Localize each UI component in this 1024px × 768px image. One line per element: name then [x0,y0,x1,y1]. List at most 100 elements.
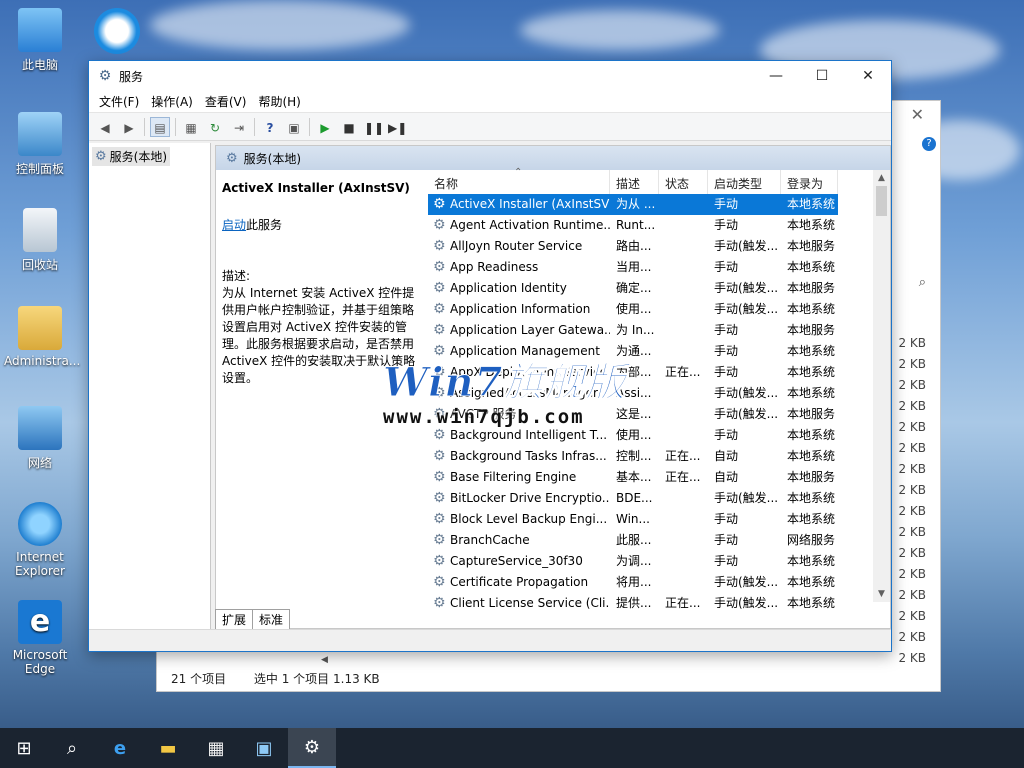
scrollbar-thumb[interactable] [876,186,887,216]
table-row[interactable]: ⚙ AVCTP 服务 这是... 手动(触发... 本地服务 [428,404,838,425]
table-row[interactable]: ⚙ Application Identity 确定... 手动(触发... 本地服务 [428,278,838,299]
minimize-button[interactable]: — [753,61,799,91]
service-logon-cell: 本地服务 [787,407,836,421]
scroll-up-icon[interactable]: ▲ [873,173,890,183]
service-logon-cell: 本地系统 [787,596,836,610]
desktop-icon-administrator[interactable]: Administra... [4,306,80,368]
restart-icon[interactable]: ▶❚ [387,117,407,137]
column-header-startup-type[interactable]: 启动类型 [708,170,781,194]
table-row[interactable]: ⚙ Client License Service (Cli... 提供... 正在..… [428,593,838,614]
pause-icon[interactable]: ❚❚ [363,117,384,137]
edge-taskbar-icon[interactable]: e [96,728,144,768]
table-row[interactable]: ⚙ AssignedAccessManager... Assi... 手动(触发...… [428,383,838,404]
desktop-icon-recycle-bin[interactable]: 回收站 [4,208,76,273]
title-bar[interactable]: ⚙ 服务 — ☐ ✕ [89,61,891,91]
search-icon[interactable]: ⌕ [48,728,96,768]
service-startup-cell: 手动 [714,323,739,337]
close-icon[interactable]: ✕ [911,105,924,124]
tab-standard[interactable]: 标准 [252,609,291,629]
start-service-link[interactable]: 启动 [222,218,246,232]
desktop-icon-control-panel[interactable]: 控制面板 [4,112,76,177]
start-button[interactable]: ⊞ [0,728,48,768]
help-icon[interactable]: ? [260,117,280,137]
service-name-cell: Application Layer Gatewa... [450,323,610,337]
service-startup-cell: 手动(触发... [714,407,779,421]
file-size-cell: 2 KB [898,420,926,434]
stop-icon[interactable]: ■ [339,117,359,137]
table-row[interactable]: ⚙ App Readiness 当用... 手动 本地系统 [428,257,838,278]
table-row[interactable]: ⚙ ActiveX Installer (AxInstSV) 为从 ... 手动 本地系… [428,194,838,215]
start-service-line: 启动此服务 [222,217,422,234]
table-row[interactable]: ⚙ AppX Deployment Service... 为部... 正在... 手动 本… [428,362,838,383]
service-name-cell: AppX Deployment Service... [450,365,610,379]
file-explorer-icon[interactable]: ▬ [144,728,192,768]
desktop-icon-network[interactable]: 网络 [4,406,76,471]
table-row[interactable]: ⚙ Base Filtering Engine 基本... 正在... 自动 本地服务 [428,467,838,488]
table-row[interactable]: ⚙ Block Level Backup Engi... Win... 手动 本地系统 [428,509,838,530]
table-row[interactable]: ⚙ Application Information 使用... 手动(触发... 本地系… [428,299,838,320]
control-panel-taskbar-icon[interactable]: ▣ [240,728,288,768]
tab-extended[interactable]: 扩展 [215,609,254,629]
window-title: 服务 [119,69,144,84]
left-arrow-icon[interactable]: ◀ [321,655,328,665]
file-size-cell: 2 KB [898,483,926,497]
table-row[interactable]: ⚙ Application Management 为通... 手动 本地系统 [428,341,838,362]
desktop-icon-edge[interactable]: e Microsoft Edge [4,600,76,676]
content-header: ⚙ 服务(本地) [216,146,890,170]
table-row[interactable]: ⚙ Agent Activation Runtime... Runt... 手动 本地系… [428,215,838,236]
service-desc-cell: 为通... [616,344,652,358]
service-startup-cell: 自动 [714,449,739,463]
console-icon[interactable]: ▣ [284,117,304,137]
service-name-cell: CaptureService_30f30 [450,554,583,568]
store-icon[interactable]: ▦ [192,728,240,768]
help-icon[interactable]: ? [922,137,936,151]
service-desc-cell: 为部... [616,365,652,379]
services-taskbar-icon[interactable]: ⚙ [288,728,336,768]
refresh-icon[interactable]: ↻ [205,117,225,137]
service-desc-cell: 当用... [616,260,652,274]
desktop-icon-this-pc[interactable]: 此电脑 [4,8,76,73]
menu-view[interactable]: 查看(V) [199,93,253,110]
vertical-scrollbar[interactable]: ▲ ▼ [873,170,890,602]
services-list[interactable]: 名称 ⌃ 描述 状态 启动类型 登录为 ▲ ▼ ⚙ ActiveX Install… [428,167,890,611]
table-row[interactable]: ⚙ Background Intelligent T... 使用... 手动 本地系统 [428,425,838,446]
table-row[interactable]: ⚙ Certificate Propagation 将用... 手动(触发... 本地系… [428,572,838,593]
desktop-icon-label: 控制面板 [15,162,64,176]
tree-node-services-local[interactable]: ⚙ 服务(本地) [92,147,171,166]
table-row[interactable]: ⚙ Background Tasks Infras... 控制... 正在... 自动 本… [428,446,838,467]
menu-action[interactable]: 操作(A) [145,93,199,110]
service-name-cell: AVCTP 服务 [450,407,517,421]
desktop-icon-ie[interactable]: Internet Explorer [4,502,76,578]
scroll-down-icon[interactable]: ▼ [873,589,890,599]
column-header-description[interactable]: 描述 [610,170,659,194]
start-icon[interactable]: ▶ [315,117,335,137]
menu-file[interactable]: 文件(F) [93,93,145,110]
service-logon-cell: 网络服务 [787,533,836,547]
window-status-bar [89,629,891,651]
search-icon[interactable]: ⌕ [919,275,926,290]
maximize-button[interactable]: ☐ [799,61,845,91]
close-button[interactable]: ✕ [845,61,891,91]
table-row[interactable]: ⚙ AllJoyn Router Service 路由... 手动(触发... 本地服务 [428,236,838,257]
desktop-icon-label: Administra... [4,354,81,368]
services-window[interactable]: ⚙ 服务 — ☐ ✕ 文件(F) 操作(A) 查看(V) 帮助(H) ◀ ▶ ▤… [88,60,892,652]
file-size-cell: 2 KB [898,336,926,350]
table-row[interactable]: ⚙ CaptureService_30f30 为调... 手动 本地系统 [428,551,838,572]
export-icon[interactable]: ⇥ [229,117,249,137]
service-desc-cell: BDE... [616,491,653,505]
service-desc-cell: 将用... [616,575,652,589]
recycle-bin-icon [23,208,57,252]
back-icon[interactable]: ◀ [95,117,115,137]
column-header-logon-as[interactable]: 登录为 [781,170,838,194]
table-row[interactable]: ⚙ Application Layer Gatewa... 为 In... 手动 本地服… [428,320,838,341]
forward-icon[interactable]: ▶ [119,117,139,137]
column-header-status[interactable]: 状态 [659,170,708,194]
table-row[interactable]: ⚙ BranchCache 此服... 手动 网络服务 [428,530,838,551]
properties-icon[interactable]: ▦ [181,117,201,137]
menu-help[interactable]: 帮助(H) [252,93,306,110]
network-icon [18,406,62,450]
onedrive-desktop-icon[interactable] [94,8,140,54]
show-tree-icon[interactable]: ▤ [150,116,170,137]
service-name-cell: Background Intelligent T... [450,428,608,442]
table-row[interactable]: ⚙ BitLocker Drive Encryptio... BDE... 手动(触发… [428,488,838,509]
